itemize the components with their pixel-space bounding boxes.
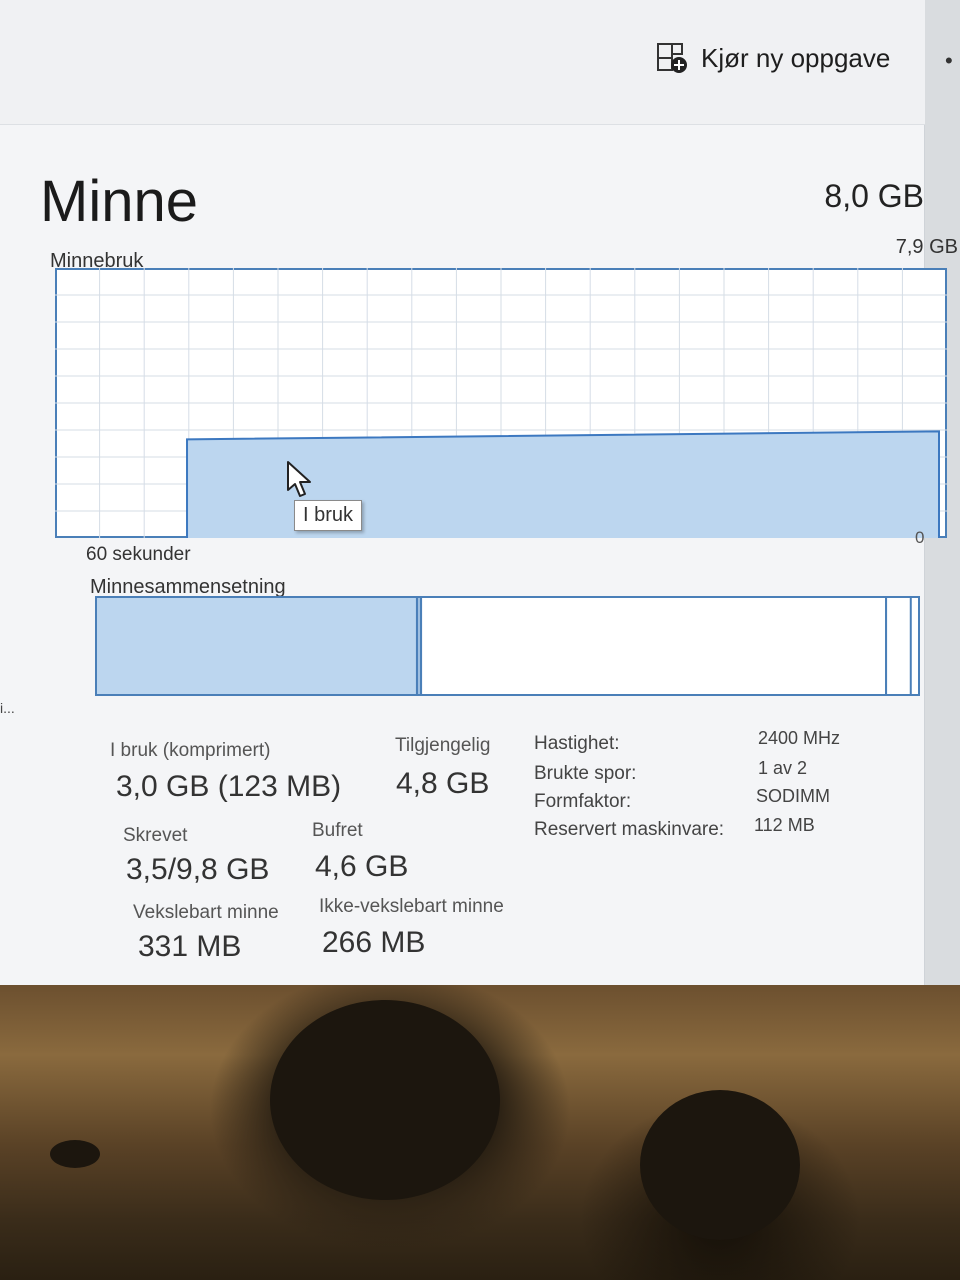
composition-in-use-segment [95,596,418,696]
new-task-icon [657,43,687,73]
in-use-value: 3,0 GB (123 MB) [116,770,342,803]
graph-zero-label: 0 [915,528,925,547]
composition-free-segment [885,596,912,696]
sidebar-truncated-label: i... [0,700,15,716]
slots-used-label: Brukte spor: [534,763,637,784]
cached-value: 4,6 GB [315,850,409,883]
mouse-cursor-icon [287,461,311,497]
committed-label: Skrevet [123,825,188,846]
nonpaged-pool-label: Ikke-vekslebart minne [319,896,504,917]
run-new-task-button[interactable]: Kjør ny oppgave [655,40,890,76]
form-factor-label: Formfaktor: [534,791,632,812]
run-new-task-label: Kjør ny oppgave [701,42,891,73]
nonpaged-pool-value: 266 MB [322,926,426,959]
slots-used-value: 1 av 2 [758,758,808,778]
wallpaper-rock-small [50,1140,100,1168]
form-factor-value: SODIMM [756,786,830,806]
memory-composition-bar [95,596,920,696]
cached-label: Bufret [312,820,363,841]
speed-label: Hastighet: [534,733,620,754]
total-memory-capacity: 8,0 GB [824,178,924,214]
more-options-button[interactable]: • [945,48,953,74]
available-value: 4,8 GB [396,767,490,800]
desktop-wallpaper [0,980,960,1280]
in-use-label: I bruk (komprimert) [110,740,271,761]
page-title: Minne [40,169,198,234]
wallpaper-rock-shadow [640,1090,800,1240]
reserved-hardware-label: Reservert maskinvare: [534,819,725,840]
reserved-hardware-value: 112 MB [754,815,815,835]
committed-value: 3,5/9,8 GB [126,853,270,886]
graph-time-span-label: 60 sekunder [86,544,191,565]
paged-pool-label: Vekslebart minne [133,902,279,923]
speed-value: 2400 MHz [758,728,841,748]
memory-usage-graph [55,268,947,538]
paged-pool-value: 331 MB [138,930,242,963]
composition-standby-segment [420,596,888,696]
task-manager-window: Kjør ny oppgave i... Minne 8,0 GB Minneb… [0,0,958,985]
wallpaper-rock-arch [270,1000,500,1200]
toolbar: Kjør ny oppgave [0,0,925,125]
memory-usage-graph-max: 7,9 GB [895,236,958,258]
available-label: Tilgjengelig [395,735,491,756]
graph-tooltip: I bruk [294,500,363,531]
